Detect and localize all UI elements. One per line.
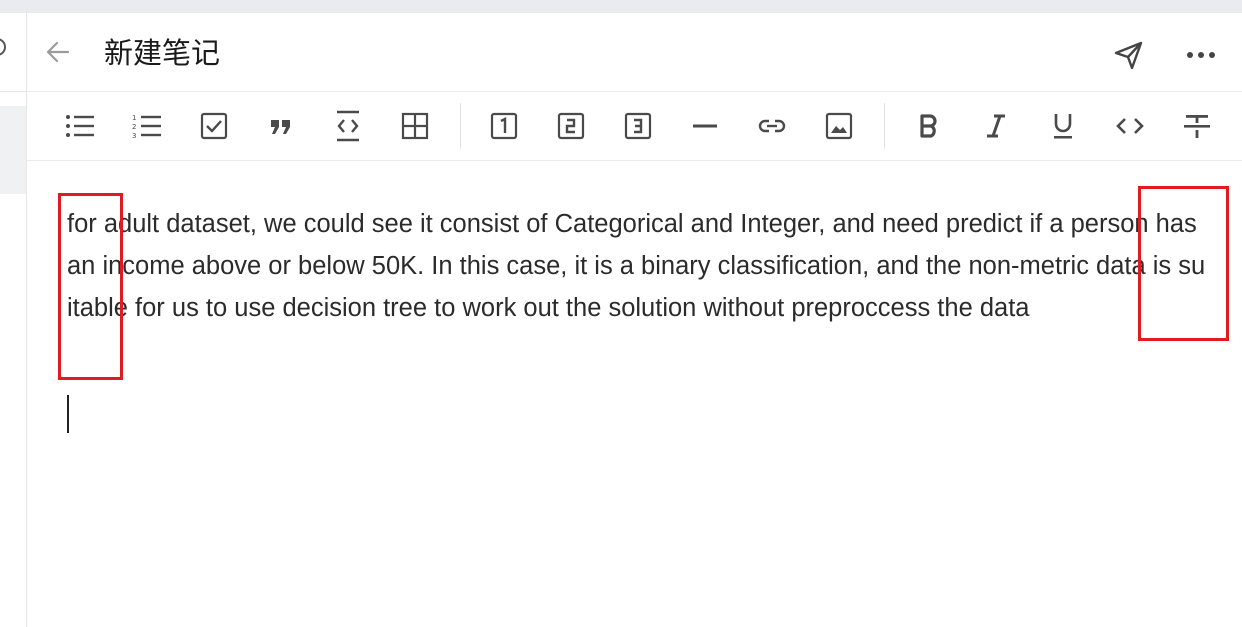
numbered-list-icon: 123 (132, 113, 162, 139)
toolbar-divider (884, 103, 885, 149)
inline-code-icon (1116, 116, 1144, 136)
selected-note-item[interactable] (0, 106, 26, 194)
format-toolbar: 123 (27, 92, 1242, 161)
heading-2-button[interactable] (551, 106, 591, 146)
checkbox-button[interactable] (194, 106, 234, 146)
more-button[interactable] (1181, 35, 1221, 75)
code-block-button[interactable] (328, 106, 368, 146)
back-button[interactable] (41, 35, 75, 69)
send-icon (1113, 39, 1145, 71)
heading-2-icon (557, 112, 585, 140)
link-icon (757, 118, 787, 134)
table-icon (401, 112, 429, 140)
note-header: 新建笔记 (27, 13, 1242, 92)
toolbar-divider (460, 103, 461, 149)
text-cursor (67, 395, 69, 433)
bullet-list-button[interactable] (60, 106, 100, 146)
inline-code-button[interactable] (1110, 106, 1150, 146)
heading-3-icon (624, 112, 652, 140)
heading-1-button[interactable] (484, 106, 524, 146)
svg-text:2: 2 (132, 123, 136, 131)
note-body-text[interactable]: for adult dataset, we could see it consi… (67, 203, 1207, 329)
note-editor[interactable]: for adult dataset, we could see it consi… (27, 161, 1242, 627)
italic-button[interactable] (976, 106, 1016, 146)
code-block-icon (334, 110, 362, 142)
table-button[interactable] (395, 106, 435, 146)
italic-icon (985, 113, 1007, 139)
bullet-list-icon (65, 113, 95, 139)
horizontal-rule-button[interactable] (685, 106, 725, 146)
svg-text:3: 3 (132, 132, 136, 139)
arrow-left-icon (43, 37, 73, 67)
bold-button[interactable] (909, 106, 949, 146)
strikethrough-icon (1183, 112, 1211, 140)
image-icon (825, 112, 853, 140)
note-list-panel (0, 13, 27, 627)
image-button[interactable] (819, 106, 859, 146)
send-button[interactable] (1109, 35, 1149, 75)
quote-icon (269, 116, 293, 136)
strikethrough-button[interactable] (1177, 106, 1217, 146)
checkbox-icon (200, 112, 228, 140)
underline-button[interactable] (1043, 106, 1083, 146)
page-title[interactable]: 新建笔记 (104, 33, 220, 73)
sync-icon[interactable] (0, 38, 6, 56)
divider (0, 91, 26, 92)
window-top-strip (0, 0, 1242, 13)
bold-icon (918, 113, 940, 139)
horizontal-rule-icon (692, 123, 718, 129)
underline-icon (1051, 112, 1075, 140)
link-button[interactable] (752, 106, 792, 146)
quote-button[interactable] (261, 106, 301, 146)
numbered-list-button[interactable]: 123 (127, 106, 167, 146)
heading-1-icon (490, 112, 518, 140)
heading-3-button[interactable] (618, 106, 658, 146)
more-horizontal-icon (1185, 50, 1217, 60)
svg-text:1: 1 (132, 114, 136, 122)
